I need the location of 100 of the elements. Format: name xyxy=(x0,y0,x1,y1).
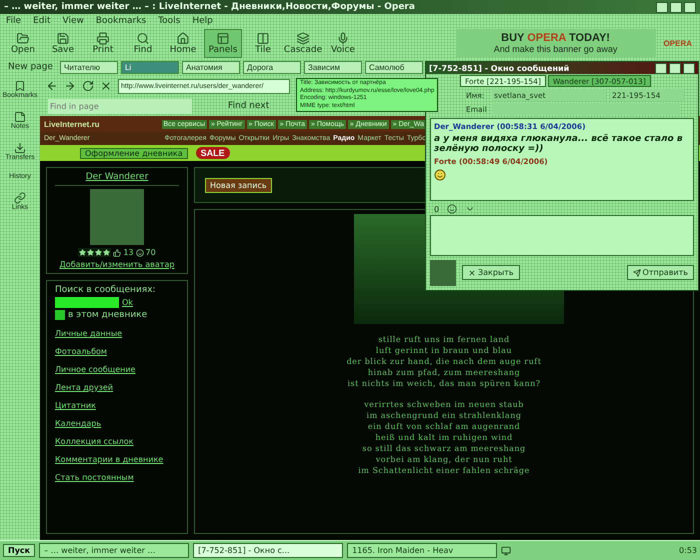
toolbar-button[interactable]: Home xyxy=(164,28,202,58)
stop-icon[interactable] xyxy=(100,80,112,92)
back-icon[interactable] xyxy=(46,80,58,92)
avatar-link[interactable]: Добавить/изменить аватар xyxy=(60,260,174,269)
toolbar-button[interactable]: Cascade xyxy=(284,28,322,58)
menu-item[interactable]: View xyxy=(62,16,84,26)
note-icon xyxy=(14,111,26,123)
email-field[interactable] xyxy=(492,103,680,116)
poem-line: hinab zum pfad, zum meereshang xyxy=(368,367,520,378)
tab[interactable]: Дорога xyxy=(242,60,301,74)
forward-icon[interactable] xyxy=(64,80,76,92)
microphone-icon xyxy=(336,32,350,44)
layers-icon xyxy=(296,32,310,44)
profile-link[interactable]: Der Wanderer xyxy=(55,172,179,186)
new-page-button[interactable]: New page xyxy=(4,62,57,72)
menu-item[interactable]: Bookmarks xyxy=(96,16,146,26)
site-logo: LiveInternet.ru xyxy=(44,120,100,128)
tab[interactable]: Читателю xyxy=(60,60,118,74)
toolbar-button[interactable]: Print xyxy=(84,28,122,58)
find-next-button[interactable]: Find next xyxy=(222,100,276,112)
poem-line: ist nichts im weich, das man spüren kann? xyxy=(347,378,541,389)
poem-line: so still das schwarz am meereshang xyxy=(362,443,526,454)
sidebar-link[interactable]: Личное сообщение xyxy=(55,365,136,374)
toolbar-button[interactable]: Tile xyxy=(244,28,282,58)
panels-icon xyxy=(216,32,230,44)
search-field[interactable] xyxy=(55,297,119,308)
menu-item[interactable]: Help xyxy=(192,16,213,26)
avatar-placeholder xyxy=(90,189,144,245)
task-button[interactable]: 1165. Iron Maiden - Heav xyxy=(347,543,498,558)
poem-line: stille ruft uns im fernen land xyxy=(378,334,510,345)
poem-line: ein duft von schlaf am augenrand xyxy=(368,421,520,432)
link-icon xyxy=(14,192,26,204)
banner-headline: BUY OPERA TODAY! xyxy=(501,32,610,44)
sidebar-link[interactable]: Коллекция ссылок xyxy=(55,437,134,446)
thumb-icon xyxy=(113,248,122,256)
send-icon xyxy=(632,268,641,277)
menu-item[interactable]: Edit xyxy=(33,16,50,26)
poem-line: vorbei am klang, der nun ruht xyxy=(376,454,512,465)
close-chat-button[interactable]: Закрыть xyxy=(462,265,520,280)
ok-link[interactable]: Ok xyxy=(122,298,133,307)
tab[interactable]: Анатомия xyxy=(182,60,240,74)
window-title: – … weiter, immer weiter … – : LiveInternet - Дневники,Новости,Форумы - Opera xyxy=(4,2,415,12)
smiley-icon[interactable] xyxy=(447,204,458,214)
task-button[interactable]: [7-752-851] - Окно с... xyxy=(193,543,344,558)
new-post-button[interactable]: Новая запись xyxy=(205,178,272,192)
count: 70 xyxy=(146,248,156,257)
menu-item[interactable]: File xyxy=(6,16,22,26)
sidebar-link[interactable]: Лента друзей xyxy=(55,383,113,392)
download-icon xyxy=(14,142,26,154)
search-icon xyxy=(136,32,150,44)
smiley-icon xyxy=(434,169,446,182)
poem-line: im Schattenlicht einer fahlen schräge xyxy=(358,465,530,476)
find-field[interactable]: Find in page xyxy=(48,98,192,114)
monitor-icon xyxy=(501,546,512,556)
floppy-icon xyxy=(56,32,70,44)
design-button[interactable]: Оформление дневника xyxy=(80,148,188,158)
sidebar-link[interactable]: Личные данные xyxy=(55,329,122,338)
banner-subline: And make this banner go away xyxy=(494,44,618,54)
menu-item[interactable]: Tools xyxy=(158,16,180,26)
toolbar-button[interactable]: Panels xyxy=(204,28,242,58)
send-button[interactable]: Отправить xyxy=(626,265,694,280)
message-text: а у меня видяха глюканула... всё такое стало в зелёную полоску =)) xyxy=(434,134,684,154)
sidebar-link[interactable]: Цитатник xyxy=(55,401,96,410)
sidebar-link[interactable]: Календарь xyxy=(55,419,102,428)
poem-line: verirrtes schweben im neuen staub xyxy=(364,399,524,410)
poem-line: heiß und kalt im ruhigen wind xyxy=(375,432,513,443)
printer-icon xyxy=(96,32,110,44)
toolbar-button[interactable]: Open xyxy=(4,28,42,58)
toolbar-button[interactable]: Voice xyxy=(324,28,362,58)
reload-icon[interactable] xyxy=(82,80,94,92)
task-button[interactable]: – … weiter, immer weiter … xyxy=(39,543,190,558)
columns-icon xyxy=(256,32,270,44)
start-button[interactable]: Пуск xyxy=(3,544,36,557)
chat-title: [7-752-851] - Окно сообщений xyxy=(429,64,570,73)
poem-line: der blick zur hand, die nach dem auge ruft xyxy=(346,356,542,367)
sidebar-link[interactable]: Фотоальбом xyxy=(55,347,107,356)
house-icon xyxy=(176,32,190,44)
tab[interactable]: Li xyxy=(120,60,179,74)
logo: OPERA xyxy=(664,38,692,48)
toolbar-button[interactable]: Find xyxy=(124,28,162,58)
avatar-silhouette xyxy=(430,260,456,286)
close-icon xyxy=(468,268,476,277)
toolbar-button[interactable]: Save xyxy=(44,28,82,58)
sale-badge: SALE xyxy=(196,147,230,159)
char-counter: 0 xyxy=(434,204,440,214)
sidebar-link[interactable]: Комментарии в дневнике xyxy=(55,455,164,464)
bookmark-icon xyxy=(14,80,26,92)
tab[interactable]: Самолюб xyxy=(364,60,423,74)
tab[interactable]: Зависим xyxy=(304,60,362,74)
search-label: Поиск в сообщениях: xyxy=(55,285,156,295)
message-input[interactable] xyxy=(430,215,694,256)
poem-line: luft gerinnt in braun und blau xyxy=(376,345,512,356)
folder-icon xyxy=(16,32,30,44)
sidebar-link[interactable]: Стать постоянным xyxy=(55,473,134,482)
checkbox[interactable] xyxy=(55,310,65,320)
count: 13 xyxy=(123,248,134,257)
smiley-icon xyxy=(136,248,144,256)
poem-line: im aschengrund ein strahlenklang xyxy=(366,410,522,421)
checkbox-label: в этом дневнике xyxy=(68,310,148,320)
clock: 0:53 xyxy=(679,546,697,555)
